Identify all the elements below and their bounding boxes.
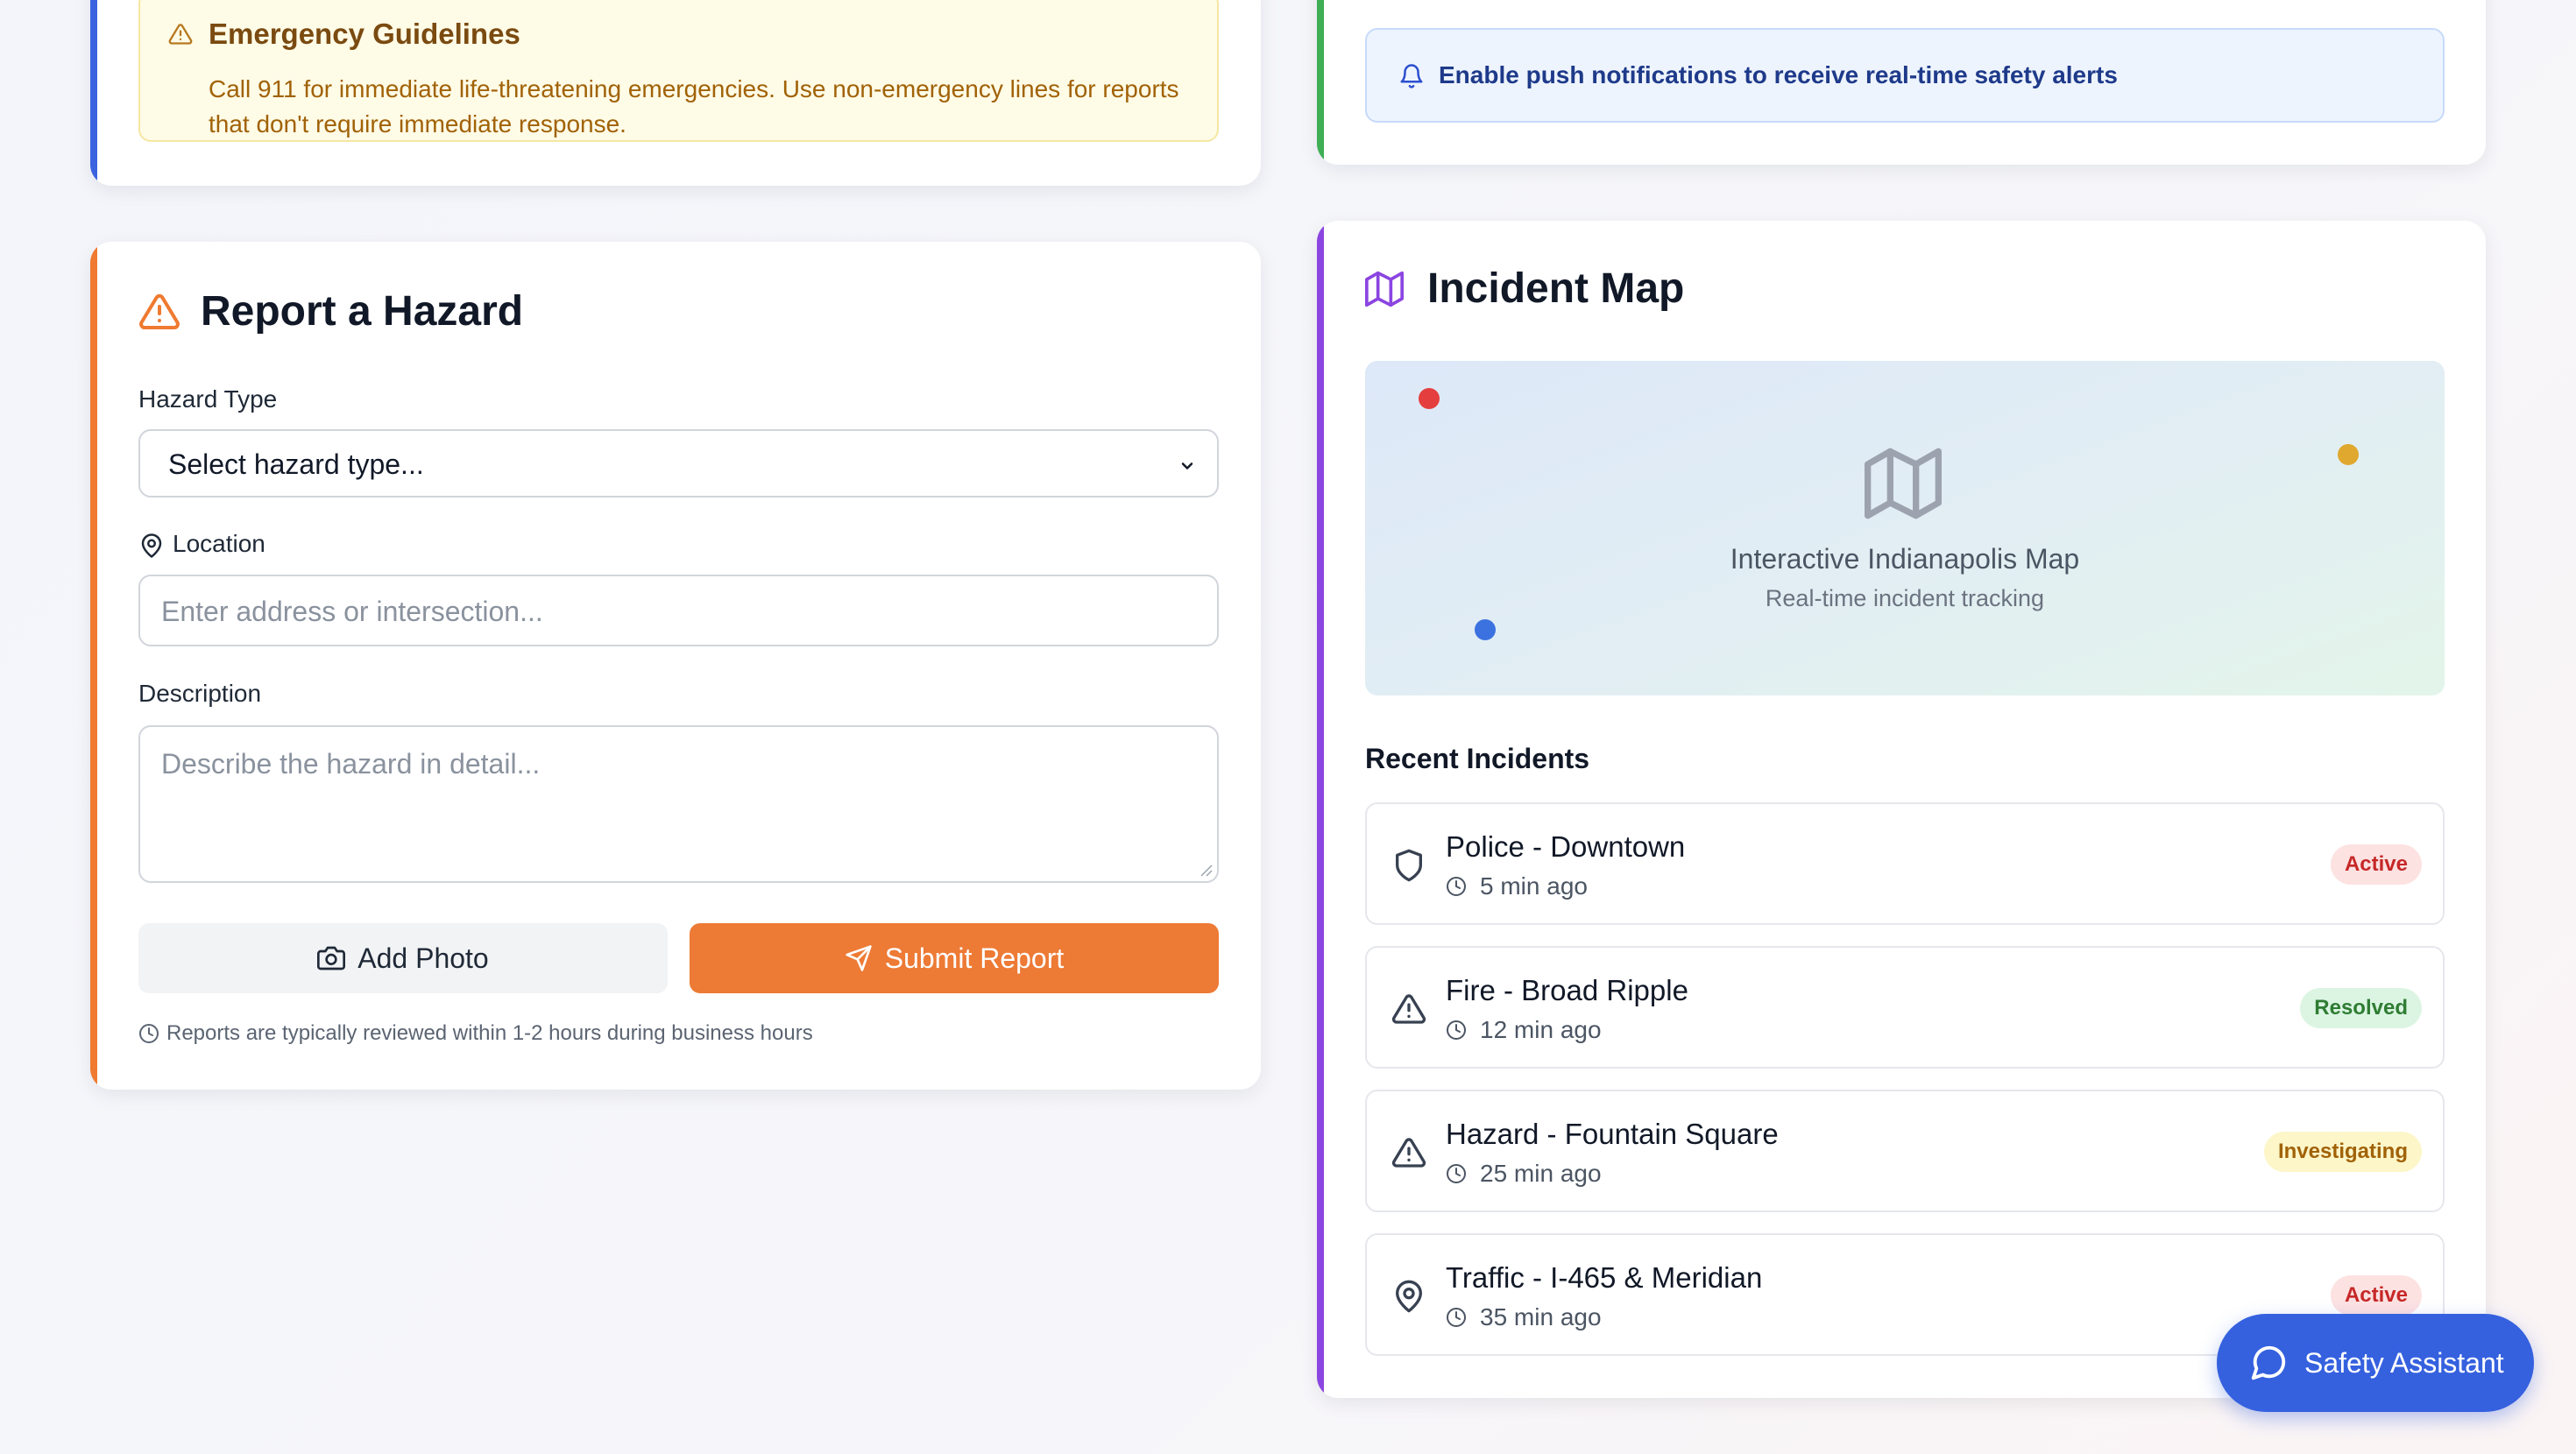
clock-icon: [1447, 1308, 1466, 1327]
location-label: Location: [173, 530, 265, 557]
clock-icon: [1447, 1164, 1466, 1183]
incident-item[interactable]: Hazard - Fountain Square 25 min ago Inve…: [1365, 1090, 2445, 1212]
map-caption: Interactive Indianapolis Map: [1730, 543, 2080, 575]
incident-time: 5 min ago: [1480, 872, 1588, 900]
clock-icon: [1447, 1020, 1466, 1040]
warning-icon: [1391, 994, 1426, 1024]
location-input[interactable]: Enter address or intersection...: [138, 575, 1219, 646]
incident-map-card: Incident Map Interactive Indianapolis Ma…: [1317, 221, 2486, 1398]
warning-icon: [168, 24, 193, 45]
description-placeholder: Describe the hazard in detail...: [161, 748, 541, 780]
map-icon: [1365, 271, 1404, 307]
warning-icon: [1391, 1138, 1426, 1168]
status-badge: Active: [2330, 1275, 2422, 1316]
description-textarea[interactable]: Describe the hazard in detail...: [138, 725, 1219, 883]
incident-time: 12 min ago: [1480, 1016, 1602, 1043]
push-notifications-banner[interactable]: Enable push notifications to receive rea…: [1365, 28, 2445, 123]
add-photo-button[interactable]: Add Photo: [138, 923, 668, 993]
guidelines-text: Call 911 for immediate life-threatening …: [209, 75, 1179, 138]
report-hazard-title: Report a Hazard: [201, 288, 524, 335]
hazard-type-select[interactable]: Select hazard type...: [138, 429, 1219, 498]
submit-report-button[interactable]: Submit Report: [690, 923, 1219, 993]
incident-map-title: Incident Map: [1427, 265, 1685, 312]
resize-handle-icon[interactable]: [1198, 862, 1214, 878]
map-marker-blue[interactable]: [1475, 619, 1496, 640]
submit-report-label: Submit Report: [884, 942, 1065, 974]
report-hazard-card: Report a Hazard Hazard Type Select hazar…: [90, 242, 1261, 1090]
guidelines-title: Emergency Guidelines: [209, 18, 520, 50]
emergency-guidelines-box: Emergency Guidelines Call 911 for immedi…: [138, 0, 1219, 142]
map-subcaption: Real-time incident tracking: [1765, 585, 2045, 611]
incident-item[interactable]: Police - Downtown 5 min ago Active: [1365, 802, 2445, 925]
map-pin-icon: [141, 533, 162, 558]
incident-name: Police - Downtown: [1446, 830, 1686, 863]
send-icon: [846, 945, 872, 971]
clock-icon: [1447, 877, 1466, 896]
map-marker-yellow[interactable]: [2338, 444, 2359, 465]
camera-icon: [317, 946, 346, 971]
warning-icon: [139, 293, 180, 329]
status-badge: Resolved: [2300, 988, 2422, 1028]
location-placeholder: Enter address or intersection...: [161, 596, 543, 627]
status-badge: Investigating: [2263, 1132, 2422, 1172]
chevron-down-icon: [1181, 462, 1193, 469]
incident-time: 25 min ago: [1480, 1160, 1602, 1187]
review-note-text: Reports are typically reviewed within 1-…: [166, 1021, 813, 1045]
emergency-guidelines-card: Emergency Guidelines Call 911 for immedi…: [90, 0, 1261, 186]
incident-name: Traffic - I-465 & Meridian: [1446, 1261, 1763, 1294]
status-badge: Active: [2330, 844, 2422, 885]
clock-icon: [139, 1024, 159, 1043]
interactive-map[interactable]: Interactive Indianapolis Map Real-time i…: [1365, 361, 2445, 695]
hazard-type-label: Hazard Type: [138, 385, 278, 413]
notifications-card: Enable push notifications to receive rea…: [1317, 0, 2486, 165]
incident-item[interactable]: Fire - Broad Ripple 12 min ago Resolved: [1365, 946, 2445, 1069]
map-pin-icon: [1396, 1280, 1422, 1313]
incident-name: Hazard - Fountain Square: [1446, 1118, 1779, 1150]
shield-icon: [1396, 849, 1422, 882]
hazard-type-value: Select hazard type...: [168, 448, 424, 480]
bell-icon: [1400, 64, 1423, 88]
map-marker-red[interactable]: [1419, 388, 1440, 409]
chat-icon: [2251, 1345, 2286, 1380]
safety-assistant-button[interactable]: Safety Assistant: [2217, 1314, 2534, 1412]
review-note: Reports are typically reviewed within 1-…: [138, 1021, 813, 1046]
push-notifications-text: Enable push notifications to receive rea…: [1439, 61, 2118, 88]
map-icon: [1865, 448, 1942, 519]
safety-assistant-label: Safety Assistant: [2304, 1346, 2504, 1379]
description-label: Description: [138, 680, 262, 707]
incident-name: Fire - Broad Ripple: [1446, 974, 1688, 1006]
incident-time: 35 min ago: [1480, 1303, 1602, 1330]
recent-incidents-title: Recent Incidents: [1365, 743, 1590, 774]
add-photo-label: Add Photo: [357, 942, 489, 974]
